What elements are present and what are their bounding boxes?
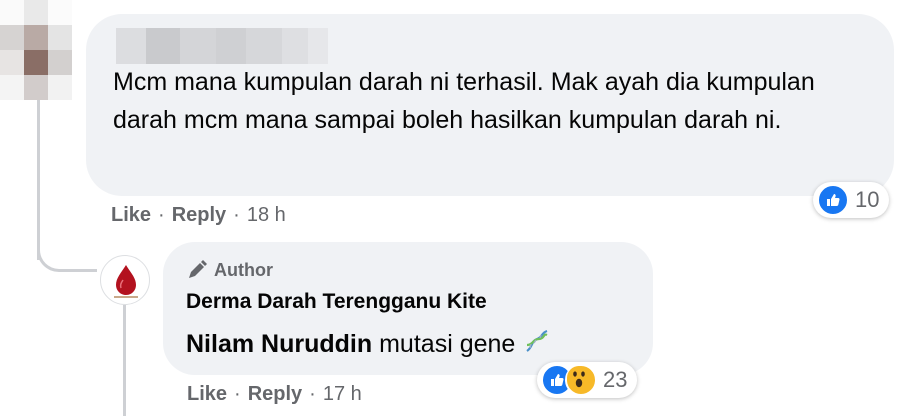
comment-timestamp[interactable]: 18 h [247, 204, 286, 227]
page-name[interactable]: Derma Darah Terengganu Kite [186, 290, 487, 314]
wow-icon [565, 364, 597, 396]
like-button[interactable]: Like [187, 383, 227, 406]
like-button[interactable]: Like [111, 204, 151, 227]
reaction-summary[interactable]: 10 [813, 182, 890, 218]
reply-timestamp[interactable]: 17 h [323, 383, 362, 406]
separator: · [234, 383, 241, 405]
commenter-name-redacted[interactable] [116, 28, 328, 64]
reply-text-line: Nilam Nuruddin mutasi gene [186, 327, 551, 362]
reply-text: mutasi gene [379, 330, 516, 358]
reply-button[interactable]: Reply [172, 204, 226, 227]
pen-icon [189, 260, 207, 278]
reply-actions: Like · Reply · 17 h [187, 383, 362, 406]
comment-text: Mcm mana kumpulan darah ni terhasil. Mak… [113, 68, 815, 134]
dna-icon [523, 327, 551, 362]
comment-actions: Like · Reply · 18 h [111, 204, 286, 227]
page-avatar[interactable] [100, 255, 150, 305]
separator: · [158, 204, 165, 226]
like-icon [817, 184, 849, 216]
reply-thread-line [123, 305, 126, 416]
reply-reaction-summary[interactable]: 23 [537, 362, 638, 398]
author-badge: Author [186, 259, 273, 281]
commenter-avatar[interactable] [0, 0, 72, 100]
reply-button[interactable]: Reply [248, 383, 302, 406]
reaction-count: 10 [855, 187, 880, 212]
tagged-user-link[interactable]: Nilam Nuruddin [186, 330, 372, 359]
separator: · [233, 204, 240, 226]
author-label: Author [214, 259, 273, 280]
thread-connector [37, 232, 97, 272]
separator: · [309, 383, 316, 405]
reaction-count: 23 [603, 367, 628, 392]
